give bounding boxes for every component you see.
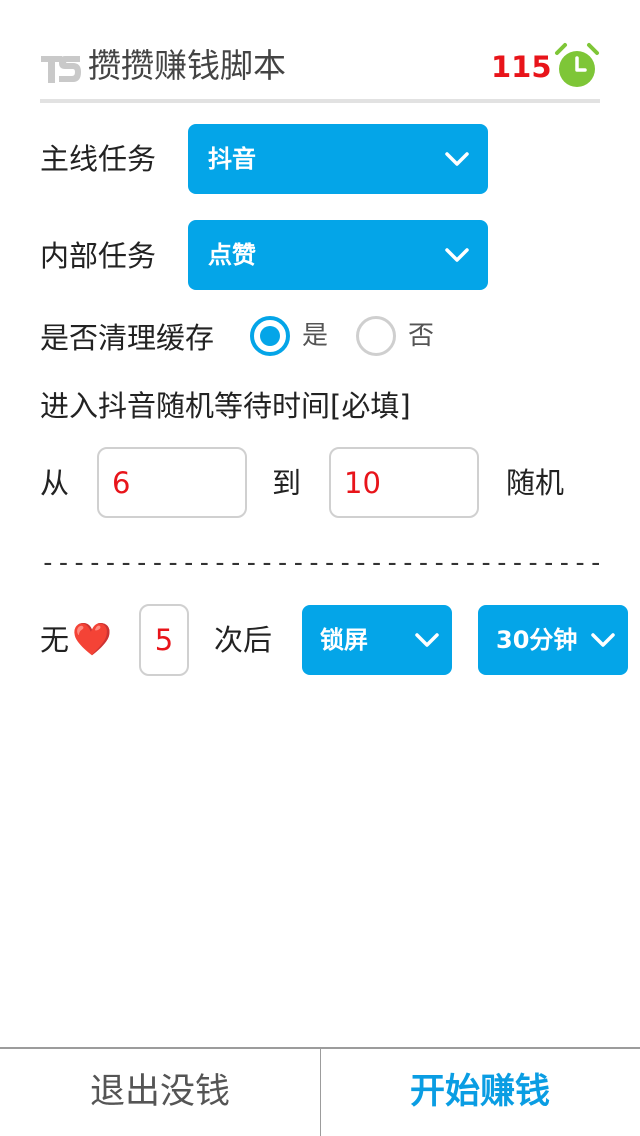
- to-label: 到: [272, 466, 302, 500]
- chevron-down-icon: [445, 248, 469, 262]
- inner-task-label: 内部任务: [40, 239, 157, 273]
- action-value: 锁屏: [320, 626, 368, 654]
- chevron-down-icon: [591, 633, 615, 647]
- chevron-down-icon: [445, 152, 469, 166]
- alarm-clock-icon[interactable]: [554, 42, 600, 90]
- wait-to-input[interactable]: [329, 447, 479, 518]
- inner-task-select[interactable]: 点赞: [188, 220, 488, 290]
- chevron-down-icon: [415, 633, 439, 647]
- duration-value: 30分钟: [496, 626, 578, 654]
- clear-cache-label: 是否清理缓存: [40, 321, 215, 355]
- radio-yes[interactable]: [250, 316, 290, 356]
- radio-no[interactable]: [356, 316, 396, 356]
- app-title: 攒攒赚钱脚本: [88, 46, 286, 85]
- radio-no-label: 否: [408, 321, 435, 351]
- main-task-label: 主线任务: [40, 142, 157, 176]
- times-after-label: 次后: [214, 623, 273, 657]
- wait-time-label: 进入抖音随机等待时间[必填]: [40, 389, 411, 423]
- from-label: 从: [40, 466, 70, 500]
- random-label: 随机: [506, 466, 565, 500]
- start-button[interactable]: 开始赚钱: [320, 1049, 640, 1136]
- counter-value: 115: [491, 50, 552, 84]
- ts-logo-icon: [41, 56, 81, 83]
- duration-select[interactable]: 30分钟: [478, 605, 628, 675]
- main-task-value: 抖音: [208, 145, 256, 173]
- exit-button[interactable]: 退出没钱: [0, 1049, 320, 1136]
- main-task-select[interactable]: 抖音: [188, 124, 488, 194]
- inner-task-value: 点赞: [208, 241, 256, 269]
- wait-from-input[interactable]: [97, 447, 247, 518]
- radio-yes-label: 是: [302, 321, 329, 351]
- action-select[interactable]: 锁屏: [302, 605, 452, 675]
- header-divider: [40, 99, 600, 103]
- dashed-separator: -------------------------------------: [40, 548, 600, 578]
- heart-icon: ❤️: [72, 620, 112, 658]
- no-like-count-input[interactable]: [139, 604, 189, 676]
- no-like-prefix: 无: [40, 623, 70, 657]
